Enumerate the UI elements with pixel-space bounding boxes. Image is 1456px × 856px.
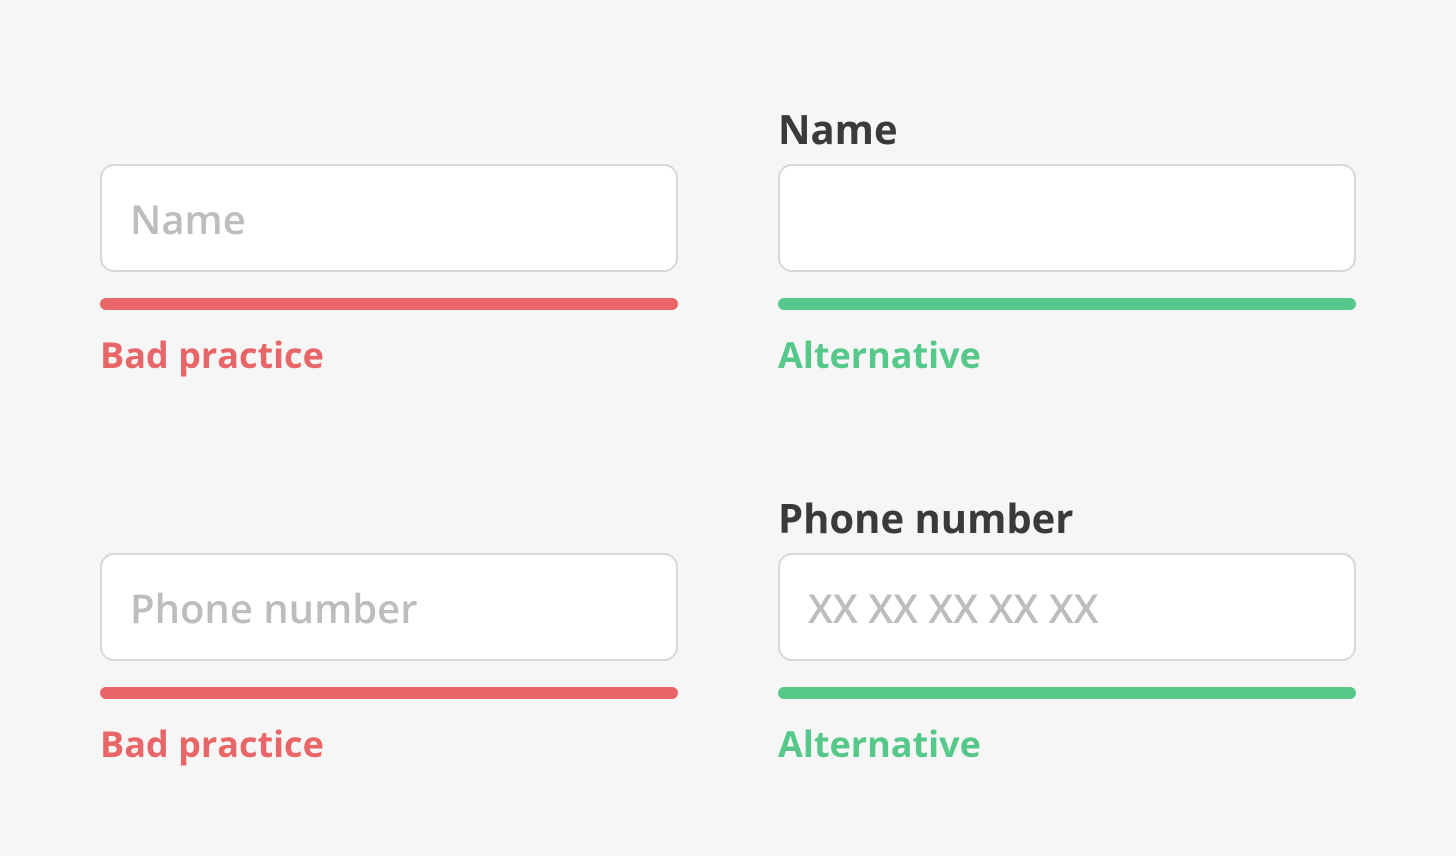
verdict-good: Alternative [778, 330, 1356, 379]
example-good-name: Name Alternative [778, 100, 1356, 379]
example-bad-phone: Bad practice [100, 489, 678, 768]
example-bad-name: Bad practice [100, 100, 678, 379]
verdict-bad: Bad practice [100, 330, 678, 379]
label-slot-empty [100, 100, 678, 160]
name-input-good[interactable] [778, 164, 1356, 272]
phone-label: Phone number [778, 490, 1073, 549]
comparison-grid: Bad practice Name Alternative Bad practi… [100, 100, 1356, 768]
phone-input-good[interactable] [778, 553, 1356, 661]
label-slot: Name [778, 100, 1356, 160]
name-input-bad[interactable] [100, 164, 678, 272]
label-slot-empty [100, 489, 678, 549]
phone-input-bad[interactable] [100, 553, 678, 661]
verdict-bad: Bad practice [100, 719, 678, 768]
name-label: Name [778, 101, 898, 160]
rule-good [778, 687, 1356, 699]
example-good-phone: Phone number Alternative [778, 489, 1356, 768]
verdict-good: Alternative [778, 719, 1356, 768]
label-slot: Phone number [778, 489, 1356, 549]
rule-bad [100, 298, 678, 310]
rule-good [778, 298, 1356, 310]
rule-bad [100, 687, 678, 699]
